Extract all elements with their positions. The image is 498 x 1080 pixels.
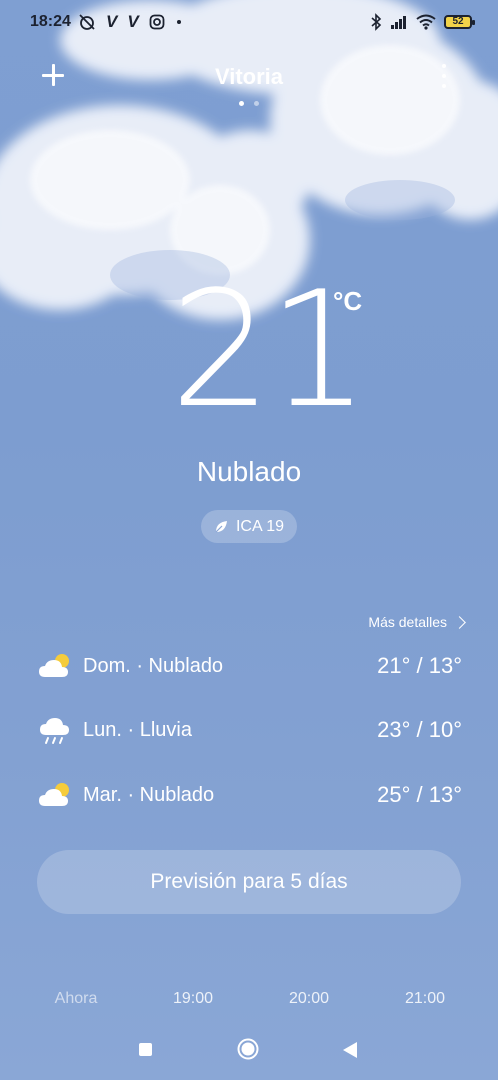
current-condition: Nublado (196, 456, 302, 487)
chevron-right-icon (453, 615, 466, 629)
aqi-label: ICA 19 (235, 517, 285, 535)
hour-label: 19:00 (172, 990, 214, 1007)
battery-icon: 52 (444, 15, 475, 29)
page-dot (254, 101, 259, 106)
hourly-strip: Ahora 19:00 20:00 21:00 (0, 990, 498, 1014)
forecast-day-temps: 23° / 10° (377, 717, 462, 742)
back-button[interactable] (342, 1041, 358, 1059)
more-options-button[interactable] (434, 64, 454, 88)
page-dot-active (239, 101, 244, 106)
forecast-day-label: Lun. · Lluvia (83, 719, 192, 741)
instagram-icon (149, 14, 165, 30)
partly-cloudy-icon (39, 783, 69, 806)
status-time: 18:24 (30, 13, 71, 30)
forecast-row[interactable]: Mar. · Nublado 25° / 13° (38, 776, 462, 816)
more-details-label: Más detalles (368, 614, 447, 630)
wifi-icon (416, 14, 436, 30)
recents-button[interactable] (139, 1043, 152, 1056)
temperature-unit: °C (333, 286, 363, 316)
alarm-off-icon (79, 14, 95, 30)
leaf-icon (215, 520, 227, 532)
navigation-bar (0, 1028, 498, 1072)
dot-icon (176, 20, 181, 24)
forecast-day-temps: 25° / 13° (377, 782, 462, 807)
more-details-link[interactable]: Más detalles (368, 614, 466, 630)
hour-label: 20:00 (288, 990, 330, 1007)
v-app-icon: V (106, 12, 118, 31)
hour-label: Ahora (54, 990, 98, 1007)
forecast-day-label: Mar. · Nublado (83, 784, 215, 806)
system-icons: 52 (370, 11, 475, 33)
aqi-badge[interactable]: ICA 19 (201, 510, 297, 543)
signal-icon (391, 16, 406, 29)
notification-icons: V V (78, 11, 183, 33)
city-title: Vitoria (214, 64, 284, 89)
forecast-row[interactable]: Lun. · Lluvia 23° / 10° (38, 711, 462, 751)
forecast-day-label: Dom. · Nublado (83, 655, 224, 677)
hour-label: 21:00 (404, 990, 446, 1007)
rain-icon (40, 718, 69, 744)
status-bar: 18:24 V V 52 (0, 0, 498, 44)
forecast-day-temps: 21° / 13° (377, 653, 462, 678)
partly-cloudy-icon (39, 654, 69, 677)
bluetooth-icon (371, 13, 382, 31)
v-app-icon: V (127, 12, 139, 31)
page-indicator (0, 101, 498, 106)
five-day-forecast-button[interactable]: Previsión para 5 días (37, 850, 461, 914)
top-bar: Vitoria (0, 58, 498, 98)
home-button[interactable] (237, 1038, 259, 1060)
forecast-row[interactable]: Dom. · Nublado 21° / 13° (38, 647, 462, 687)
